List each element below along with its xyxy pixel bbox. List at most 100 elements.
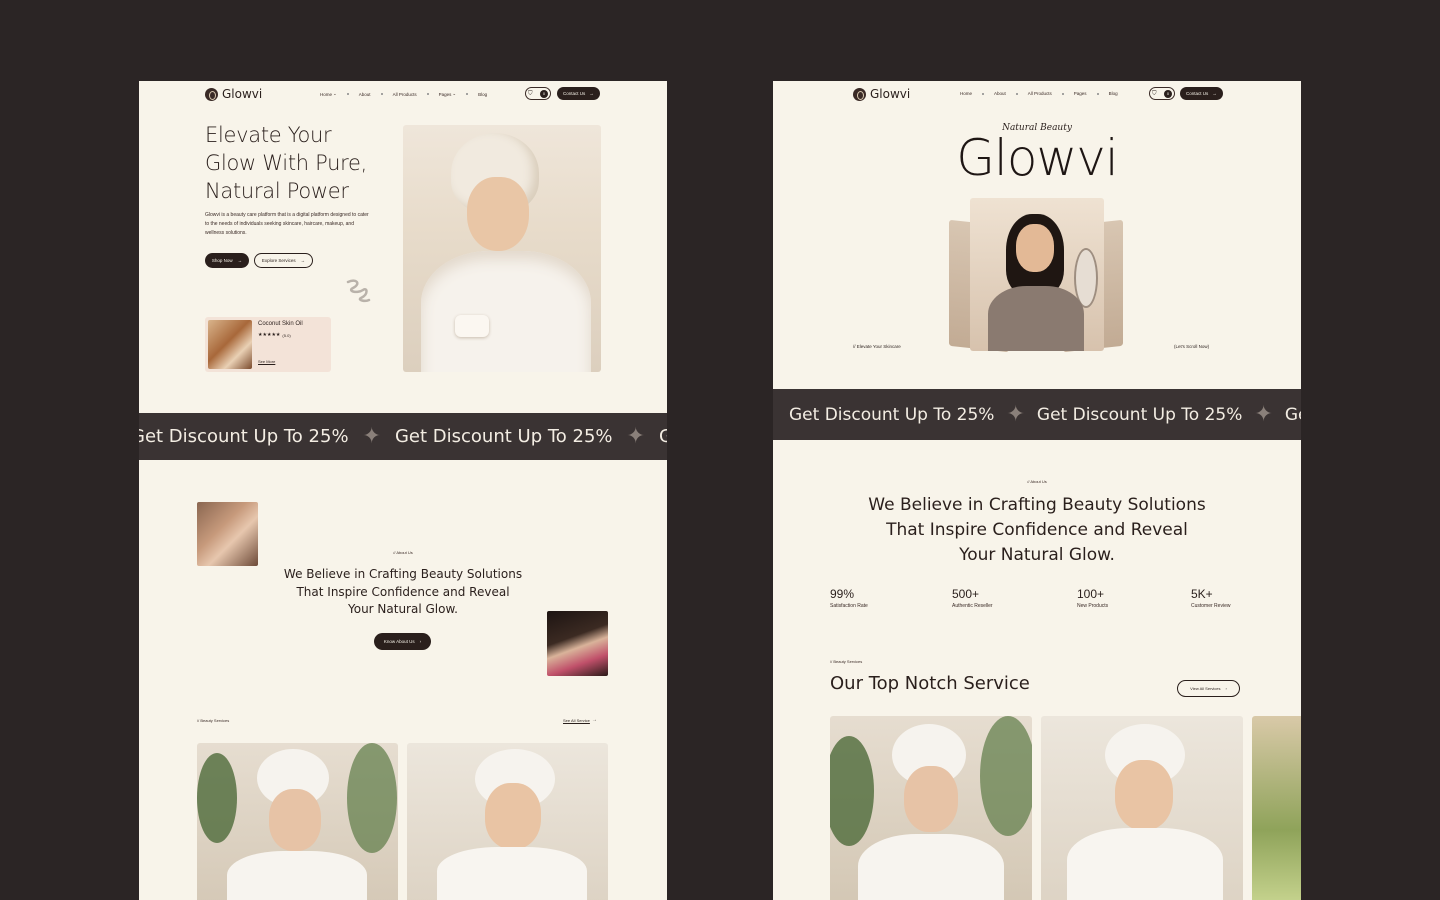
hero-big-title: Glowvi: [956, 129, 1119, 187]
nav-separator: [380, 93, 383, 95]
nav-separator: [426, 93, 429, 95]
service-card-photo[interactable]: [830, 716, 1032, 900]
explore-label: Explore Services: [261, 258, 296, 263]
stat-value: 100+: [1077, 587, 1105, 601]
services-tag: // Beauty Services: [830, 659, 863, 664]
rating-value: (5.0): [282, 332, 291, 338]
contact-button[interactable]: Contact Us →: [1180, 87, 1223, 100]
chevron-down-icon: ⌄: [333, 91, 337, 96]
nav-home[interactable]: Home: [960, 91, 972, 96]
plant-shape: [197, 753, 237, 843]
see-all-service-link[interactable]: See All Service →: [563, 717, 597, 723]
nav-all-products[interactable]: All Products: [1028, 91, 1052, 96]
hero-photo: [970, 198, 1104, 351]
left-hero-panel: Glowvi Home ⌄ About All Products Pages ⌄ B…: [139, 81, 667, 413]
nav-links: Home ⌄ About All Products Pages ⌄ Blog: [320, 91, 487, 97]
marquee-item: Get Discount Up To 25%: [1284, 404, 1301, 425]
nav-blog[interactable]: Blog: [1109, 91, 1118, 96]
marquee-item: Get Discount Up To 25%: [394, 426, 613, 447]
discount-marquee-right: Get Discount Up To 25% ✦ Get Discount Up…: [773, 389, 1301, 440]
logo-text: Glowvi: [222, 87, 263, 101]
cart-button[interactable]: ⛉ 0: [1149, 87, 1175, 100]
right-caption: (Let's Scroll Now): [1174, 344, 1210, 349]
hero-photo: [403, 125, 601, 372]
jar-shape: [455, 315, 489, 337]
cart-count: 0: [540, 89, 548, 98]
service-card-photo[interactable]: [1041, 716, 1243, 900]
know-about-us-button[interactable]: Know About Us ›: [374, 633, 431, 650]
stat-item: 500+ Authentic Reseller: [952, 587, 993, 609]
contact-button[interactable]: Contact Us →: [557, 87, 600, 100]
serum-hand-photo: [197, 502, 258, 566]
hero-description: Glowvi is a beauty care platform that is…: [205, 212, 369, 236]
squiggle-decoration: [346, 279, 371, 303]
service-card-photo[interactable]: [407, 743, 608, 900]
face-shape: [467, 177, 529, 251]
stat-item: 99% Satisfaction Rate: [830, 587, 868, 609]
shop-now-label: Shop Now: [211, 258, 233, 263]
right-hero-panel: Glowvi Home About All Products Pages Blo…: [773, 81, 1301, 389]
product-card[interactable]: Coconut Skin Oil ★★★★★ (5.0) See More: [205, 317, 331, 372]
nav-about[interactable]: About: [994, 91, 1006, 96]
explore-services-button[interactable]: Explore Services →: [254, 253, 313, 268]
about-line1: We Believe in Crafting Beauty Solutions: [868, 495, 1206, 515]
arrow-right-icon: →: [300, 258, 306, 263]
face-shape: [1016, 224, 1054, 272]
contact-label: Contact Us: [563, 91, 586, 96]
nav-all-products[interactable]: All Products: [393, 92, 417, 97]
see-all-label: See All Service: [563, 717, 590, 723]
plant-shape: [980, 716, 1032, 836]
sparkle-icon: ✦: [1006, 402, 1025, 427]
nav-separator: [1061, 92, 1064, 95]
face-shape: [485, 783, 541, 849]
marquee-item: Get Discount Up To 25%: [139, 426, 349, 447]
nav-pages[interactable]: Pages: [1074, 91, 1087, 96]
see-more-link[interactable]: See More: [258, 359, 275, 364]
arrow-right-icon: →: [1212, 91, 1217, 96]
shop-now-button[interactable]: Shop Now →: [205, 253, 249, 268]
stat-value: 5K+: [1191, 587, 1213, 601]
contact-label: Contact Us: [1186, 91, 1209, 96]
arrow-right-icon: ›: [1225, 686, 1227, 691]
left-about-panel: // About Us We Believe in Crafting Beaut…: [139, 460, 667, 900]
hero-title-line3: Natural Power: [205, 179, 349, 203]
nav-pages[interactable]: Pages: [439, 92, 452, 97]
stat-value: 99%: [830, 587, 855, 601]
logo[interactable]: Glowvi: [205, 87, 262, 101]
nav-separator: [466, 93, 469, 95]
sparkle-icon: ✦: [626, 424, 645, 449]
view-all-services-button[interactable]: View All Services ›: [1177, 680, 1240, 697]
arrow-right-icon: ›: [419, 639, 422, 644]
face-shape: [1115, 760, 1173, 830]
marquee-item: Get Discount Up To 25%: [1036, 404, 1243, 425]
robe-shape: [421, 251, 591, 372]
logo-icon: [205, 87, 218, 101]
marquee-track: Get Discount Up To 25% ✦ Get Discount Up…: [139, 413, 667, 460]
nav-separator: [1096, 92, 1099, 95]
about-line1: We Believe in Crafting Beauty Solutions: [283, 567, 523, 581]
robe-shape: [858, 834, 1004, 900]
hero-title: Elevate Your Glow With Pure, Natural Pow…: [205, 121, 367, 205]
flower-portrait-photo: [547, 611, 608, 676]
logo[interactable]: Glowvi: [853, 87, 910, 101]
stat-item: 100+ New Products: [1077, 587, 1108, 609]
service-card-photo[interactable]: [1252, 716, 1301, 900]
cart-button[interactable]: ⛉ 0: [525, 87, 551, 100]
marquee-item: Get Discount Up To 25%: [658, 426, 667, 447]
view-all-label: View All Services: [1190, 686, 1221, 691]
services-title: Our Top Notch Service: [830, 673, 1030, 694]
service-card-photo[interactable]: [197, 743, 398, 900]
hero-title-line2: Glow With Pure,: [205, 151, 368, 175]
product-image: [208, 320, 252, 369]
cart-count: 0: [1164, 89, 1172, 98]
hero-title-line1: Elevate Your: [205, 123, 332, 147]
nav-blog[interactable]: Blog: [478, 92, 487, 97]
marquee-item: Get Discount Up To 25%: [789, 404, 995, 425]
nav-home[interactable]: Home: [320, 92, 332, 97]
sparkle-icon: ✦: [1254, 402, 1273, 427]
face-shape: [904, 766, 958, 832]
nav-about[interactable]: About: [359, 92, 371, 97]
services-tag: // Beauty Services: [197, 718, 230, 723]
stat-label: Satisfaction Rate: [830, 603, 868, 609]
about-tag: // About Us: [1027, 479, 1047, 484]
